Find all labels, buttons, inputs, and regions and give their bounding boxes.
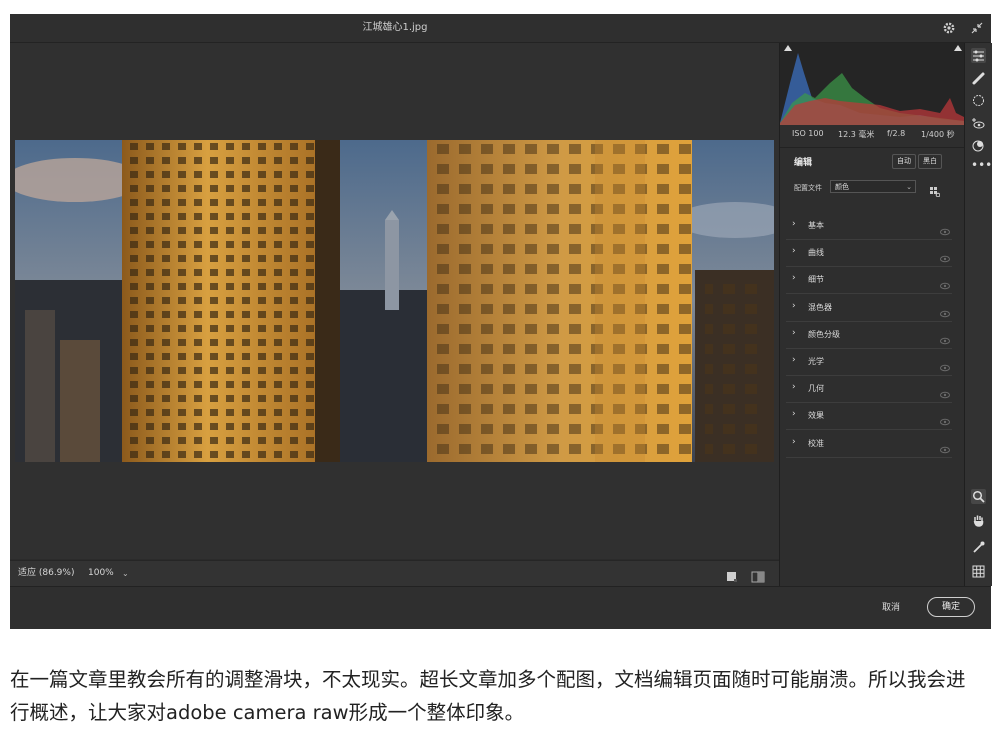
zoom-dropdown-icon[interactable]: ⌄ bbox=[122, 561, 129, 586]
dialog-footer: 取消 确定 bbox=[10, 586, 991, 629]
ok-button[interactable]: 确定 bbox=[927, 597, 975, 617]
hand-icon[interactable] bbox=[971, 513, 986, 528]
before-after-icon[interactable] bbox=[751, 568, 765, 583]
eye-icon[interactable] bbox=[940, 248, 950, 263]
auto-button[interactable]: 自动 bbox=[892, 154, 916, 169]
chevron-right-icon: › bbox=[792, 327, 796, 338]
zoom-bar: 适应 (86.9%) 100% ⌄ bbox=[10, 560, 779, 588]
panel-section-label: 光学 bbox=[808, 357, 824, 366]
edit-panel: ISO 100 12.3 毫米 f/2.8 1/400 秒 编辑 自动 黑白 配… bbox=[779, 43, 964, 586]
shrink-icon[interactable] bbox=[970, 21, 984, 35]
panel-section-label: 校准 bbox=[808, 438, 824, 448]
chevron-right-icon: › bbox=[792, 273, 796, 284]
panel-section-label: 细节 bbox=[808, 275, 824, 285]
image-canvas[interactable] bbox=[10, 43, 779, 559]
title-bar: 江城雄心1.jpg bbox=[10, 14, 991, 43]
panel-section-label: 混色器 bbox=[808, 302, 832, 312]
profile-row: 配置文件 颜色 ⌄ bbox=[780, 176, 964, 202]
bw-button[interactable]: 黑白 bbox=[918, 154, 942, 169]
panel-section-label: 基本 bbox=[808, 221, 824, 230]
eye-icon[interactable] bbox=[940, 357, 950, 372]
panel-section[interactable]: › 校准 bbox=[786, 431, 952, 458]
red-eye-icon[interactable] bbox=[971, 116, 986, 131]
eye-icon[interactable] bbox=[940, 384, 950, 399]
chevron-right-icon: › bbox=[792, 436, 796, 447]
eye-icon[interactable] bbox=[940, 303, 950, 317]
panel-section-label: 几何 bbox=[808, 384, 824, 394]
camera-raw-window: 江城雄心1.jpg 适应 (86.9%) 100% ⌄ ISO 100 12.3… bbox=[10, 14, 992, 629]
chevron-right-icon: › bbox=[792, 219, 796, 229]
edit-title: 编辑 bbox=[794, 158, 813, 168]
window-title: 江城雄心1.jpg bbox=[362, 22, 428, 33]
preview-image bbox=[15, 140, 774, 462]
exif-iso: ISO 100 bbox=[792, 129, 824, 138]
panel-section[interactable]: › 混色器 bbox=[786, 295, 952, 322]
eye-icon[interactable] bbox=[940, 221, 950, 236]
panel-section-label: 效果 bbox=[808, 411, 824, 421]
cancel-button[interactable]: 取消 bbox=[882, 600, 900, 613]
panel-section[interactable]: › 光学 bbox=[786, 349, 952, 376]
gear-icon[interactable] bbox=[942, 21, 956, 35]
profile-select[interactable]: 颜色 ⌄ bbox=[830, 180, 916, 193]
panel-section[interactable]: › 基本 bbox=[786, 213, 952, 240]
zoom-icon[interactable] bbox=[971, 489, 986, 504]
panel-section[interactable]: › 细节 bbox=[786, 267, 952, 295]
panel-section-label: 颜色分级 bbox=[808, 329, 840, 339]
profile-value: 颜色 bbox=[835, 183, 849, 191]
chevron-right-icon: › bbox=[792, 382, 796, 393]
chevron-right-icon: › bbox=[792, 355, 796, 365]
chevron-right-icon: › bbox=[792, 246, 796, 257]
eye-icon[interactable] bbox=[940, 411, 950, 426]
panel-section[interactable]: › 几何 bbox=[786, 376, 952, 404]
healing-brush-icon[interactable] bbox=[971, 71, 986, 86]
profile-browser-icon[interactable] bbox=[930, 182, 941, 198]
chevron-down-icon: ⌄ bbox=[906, 183, 912, 191]
eye-icon[interactable] bbox=[940, 439, 950, 453]
panel-section[interactable]: › 效果 bbox=[786, 403, 952, 431]
profile-label: 配置文件 bbox=[794, 184, 822, 192]
zoom-100-button[interactable]: 100% bbox=[80, 561, 122, 586]
histogram bbox=[780, 43, 964, 125]
grid-icon[interactable] bbox=[971, 564, 986, 579]
chevron-right-icon: › bbox=[792, 300, 796, 311]
panel-section[interactable]: › 曲线 bbox=[786, 240, 952, 268]
article-paragraph: 在一篇文章里教会所有的调整滑块，不太现实。超长文章加多个配图，文档编辑页面随时可… bbox=[10, 668, 966, 724]
exif-aperture: f/2.8 bbox=[887, 129, 906, 138]
panel-section[interactable]: › 颜色分级 bbox=[786, 322, 952, 349]
zoom-fit-button[interactable]: 适应 (86.9%) bbox=[10, 561, 83, 588]
eye-icon[interactable] bbox=[940, 275, 950, 290]
exif-shutter: 1/400 秒 bbox=[921, 130, 955, 139]
chevron-right-icon: › bbox=[792, 409, 796, 420]
single-view-icon[interactable] bbox=[726, 568, 738, 582]
tool-strip: ••• bbox=[964, 43, 992, 586]
edit-header: 编辑 自动 黑白 bbox=[780, 147, 964, 176]
mask-icon[interactable] bbox=[971, 93, 986, 108]
presets-icon[interactable] bbox=[971, 138, 986, 153]
eye-icon[interactable] bbox=[940, 330, 950, 345]
exif-focal: 12.3 毫米 bbox=[838, 130, 875, 139]
panel-section-label: 曲线 bbox=[808, 248, 824, 258]
more-icon[interactable]: ••• bbox=[971, 158, 992, 173]
sliders-icon[interactable] bbox=[971, 48, 986, 63]
exif-info: ISO 100 12.3 毫米 f/2.8 1/400 秒 bbox=[780, 125, 964, 145]
color-sampler-icon[interactable] bbox=[971, 540, 986, 555]
